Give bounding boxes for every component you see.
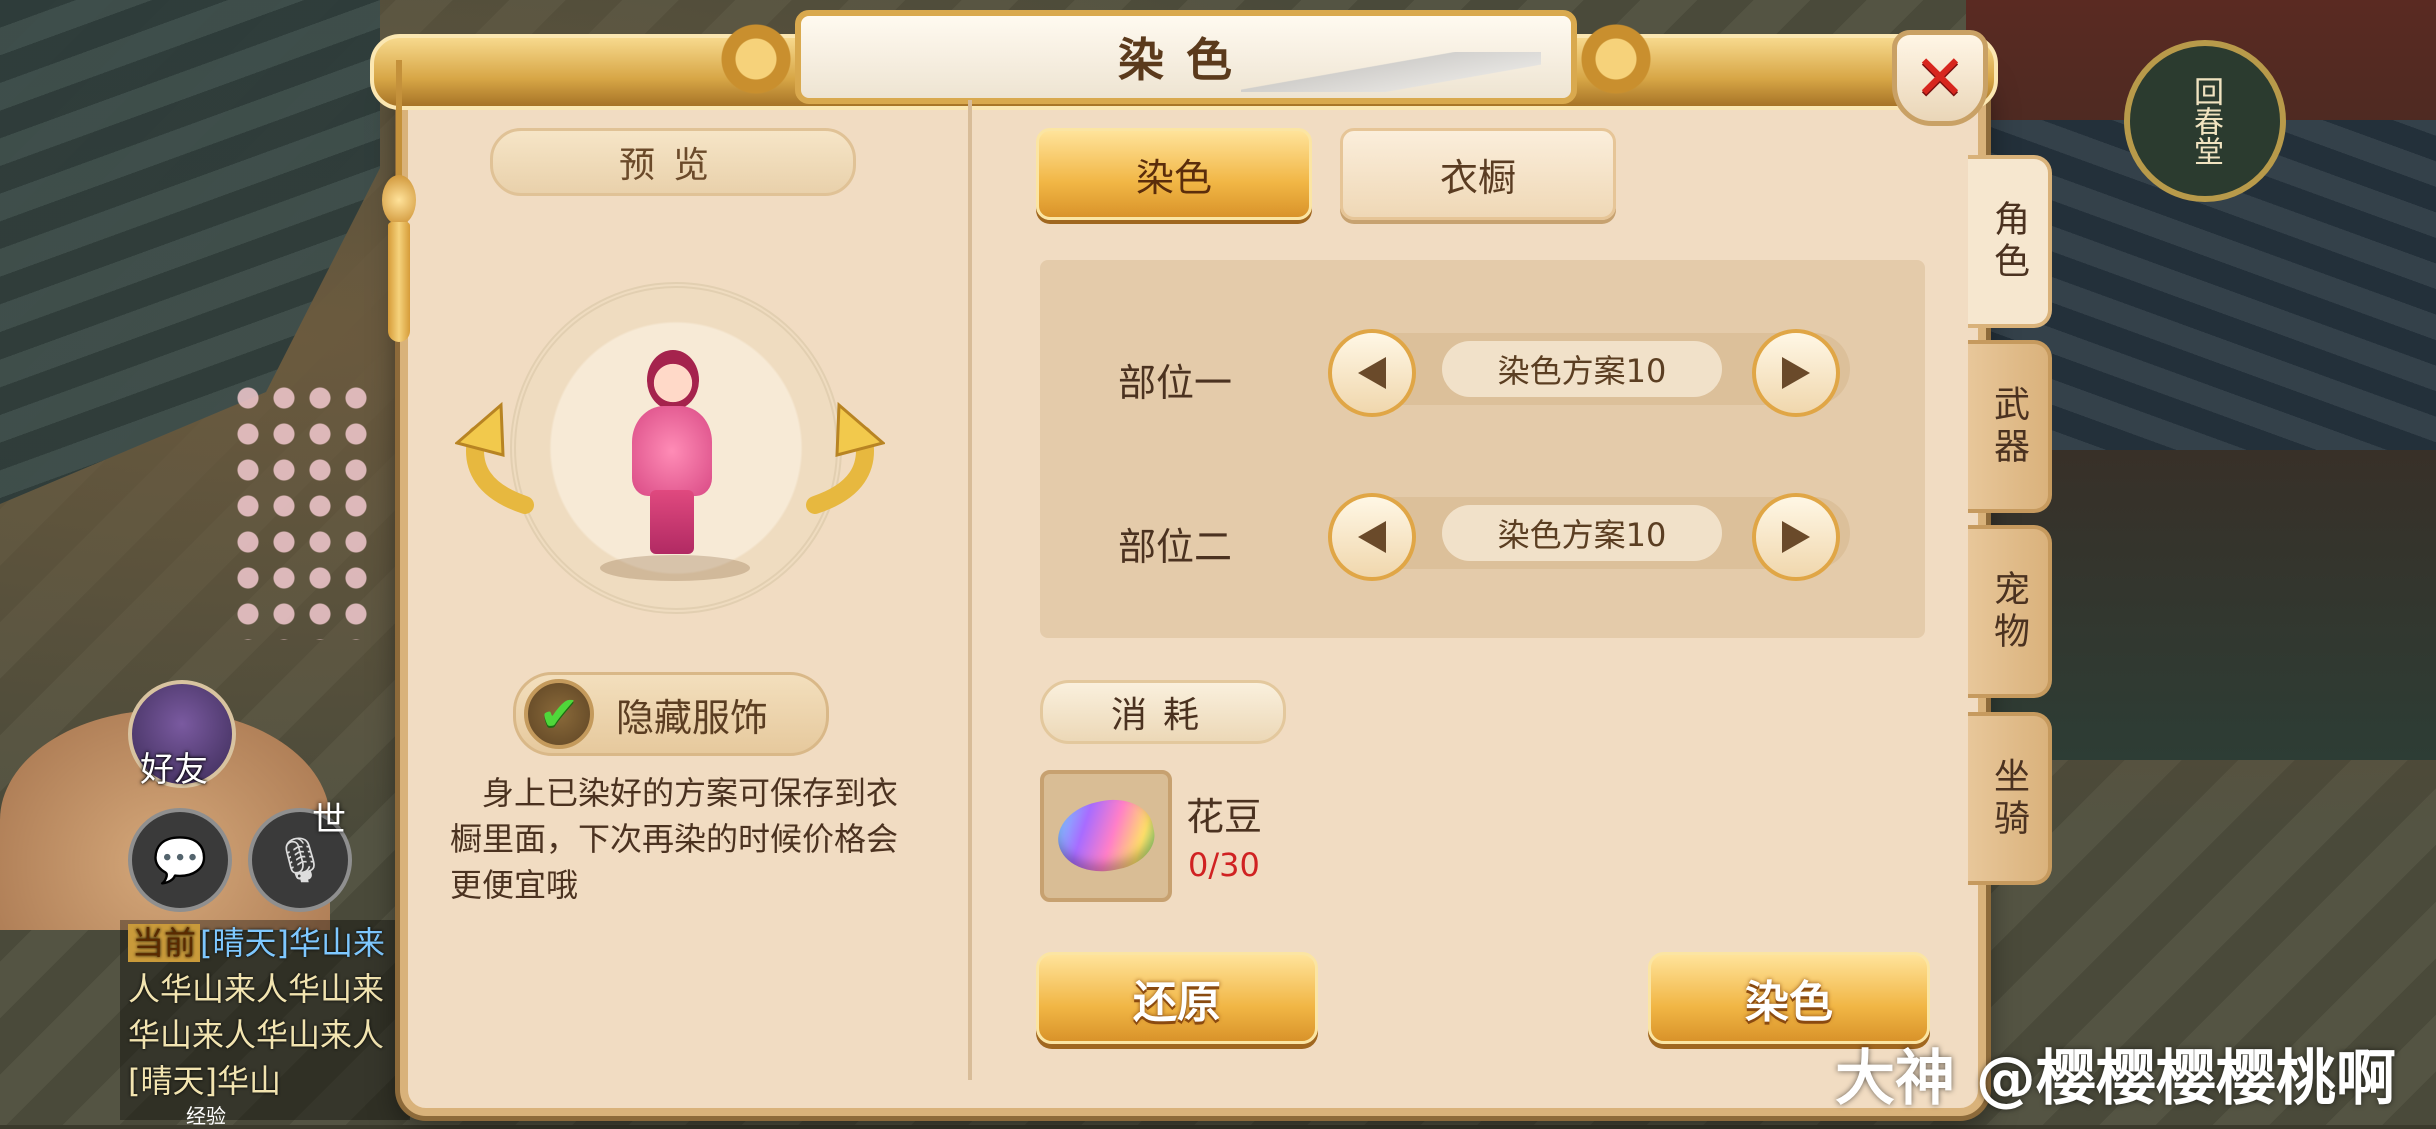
chat-channel-tag: 当前 (128, 924, 201, 962)
triangle-right-icon (1782, 357, 1810, 389)
chat-bubble-icon: 💬 (152, 835, 208, 886)
character-legs (650, 490, 694, 554)
triangle-right-icon (1782, 521, 1810, 553)
triangle-left-icon (1358, 521, 1386, 553)
restore-button[interactable]: 还原 (1036, 952, 1318, 1044)
side-tab-mount[interactable]: 坐骑 (1968, 712, 2052, 885)
triangle-left-icon (1358, 357, 1386, 389)
background-plaque: 回春堂 (2124, 40, 2286, 202)
hide-costume-label: 隐藏服饰 (616, 695, 769, 740)
side-tab-pet[interactable]: 宠物 (1968, 525, 2052, 698)
chat-box[interactable]: 当前 [晴天]华山来 人华山来人华山来 华山来人华山来人 [晴天]华山 (120, 920, 410, 1120)
slot-2-next-button[interactable] (1752, 493, 1840, 581)
slot-2-label: 部位二 (1118, 525, 1233, 569)
character-body (632, 406, 712, 496)
slot-2-value: 染色方案10 (1442, 505, 1722, 561)
cost-header: 消耗 (1040, 680, 1286, 744)
panel-title-plate: 染色 (701, 10, 1671, 104)
friend-label: 好友 (140, 750, 208, 790)
chat-line: 人华山来人华山来 (128, 970, 385, 1008)
tab-wardrobe[interactable]: 衣橱 (1340, 128, 1616, 220)
world-channel-label: 世 (312, 800, 346, 840)
cost-item-name: 花豆 (1186, 795, 1263, 839)
rotate-left-button[interactable] (453, 395, 545, 515)
checkmark-icon: ✔ (538, 686, 580, 742)
chat-line: [晴天]华山 (128, 1062, 281, 1100)
hide-costume-checkbox[interactable]: ✔ (524, 679, 594, 749)
slot-1-label: 部位一 (1118, 361, 1233, 405)
watermark: 大神 @樱樱樱樱桃啊 (1835, 1044, 2396, 1114)
rotate-left-icon (453, 401, 534, 514)
chat-line: 当前 [晴天]华山来 (120, 920, 410, 966)
flower-bean-icon (1051, 791, 1161, 881)
side-tab-character[interactable]: 角色 (1968, 155, 2052, 328)
cost-item-count: 0/30 (1188, 846, 1260, 884)
title-mountains-decoration (1241, 52, 1541, 92)
pane-divider (968, 100, 972, 1080)
side-tab-weapon[interactable]: 武器 (1968, 340, 2052, 513)
character-preview[interactable] (612, 350, 732, 560)
dye-slots-box (1040, 260, 1925, 638)
close-button[interactable]: ✕ (1892, 30, 1988, 126)
slot-1-prev-button[interactable] (1328, 329, 1416, 417)
slot-2-prev-button[interactable] (1328, 493, 1416, 581)
background-blossom (230, 380, 370, 640)
tassel-knot (382, 175, 416, 225)
slot-1-next-button[interactable] (1752, 329, 1840, 417)
slot-1-value: 染色方案10 (1442, 341, 1722, 397)
character-head (647, 350, 699, 410)
wardrobe-tip-text: 身上已染好的方案可保存到衣橱里面，下次再染的时候价格会更便宜哦 (450, 774, 899, 904)
hide-costume-toggle[interactable]: ✔ 隐藏服饰 (513, 672, 829, 756)
microphone-icon: 🎙 (272, 835, 328, 886)
page-title: 染色 (1118, 33, 1254, 87)
rotate-right-button[interactable] (795, 395, 887, 515)
chat-line: 华山来人华山来人 (128, 1016, 385, 1054)
preview-header: 预览 (490, 128, 856, 196)
cost-item-slot[interactable] (1040, 770, 1172, 902)
tassel-tail (388, 222, 410, 342)
rotate-right-icon (806, 401, 887, 514)
chat-bubble-button[interactable]: 💬 (128, 808, 232, 912)
tab-dye[interactable]: 染色 (1036, 128, 1312, 220)
close-icon: ✕ (1914, 41, 1966, 114)
